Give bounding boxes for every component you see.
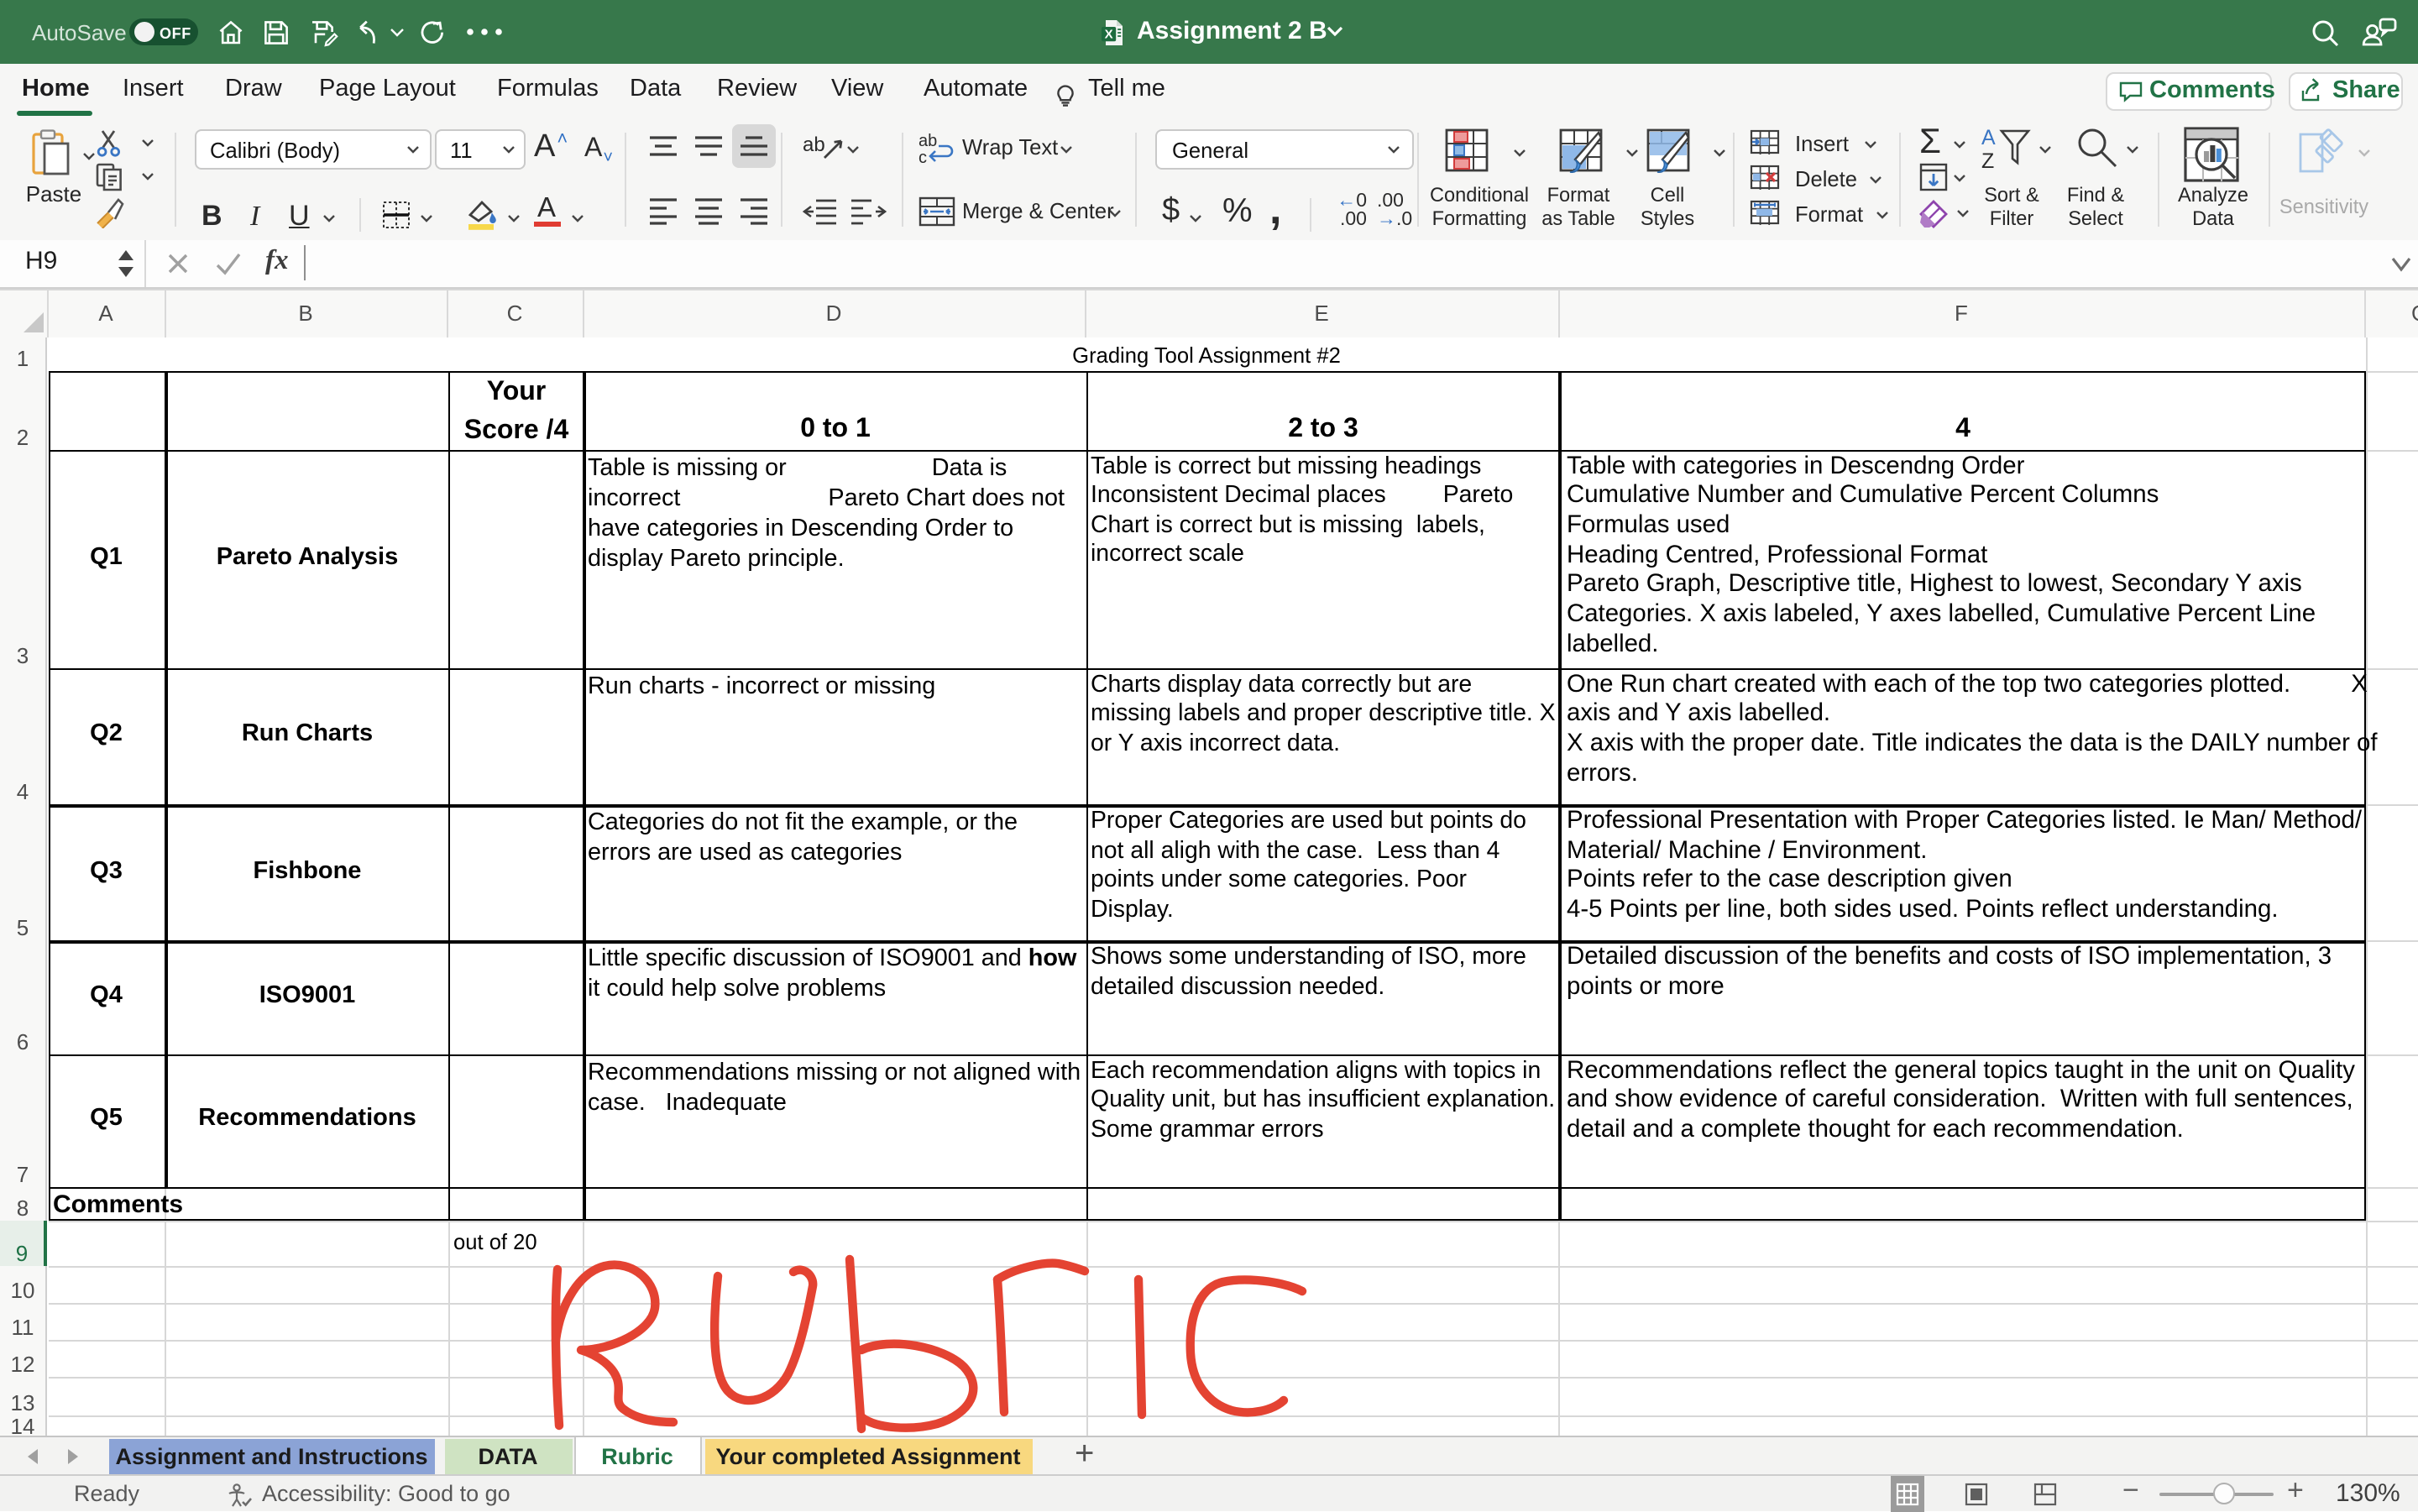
svg-text:A: A <box>1981 126 1996 149</box>
svg-text:ab: ab <box>919 132 937 150</box>
svg-text:ab: ab <box>803 133 825 156</box>
svg-text:Z: Z <box>1981 149 1994 173</box>
svg-text:c: c <box>919 149 927 165</box>
svg-text:X: X <box>1105 26 1113 40</box>
